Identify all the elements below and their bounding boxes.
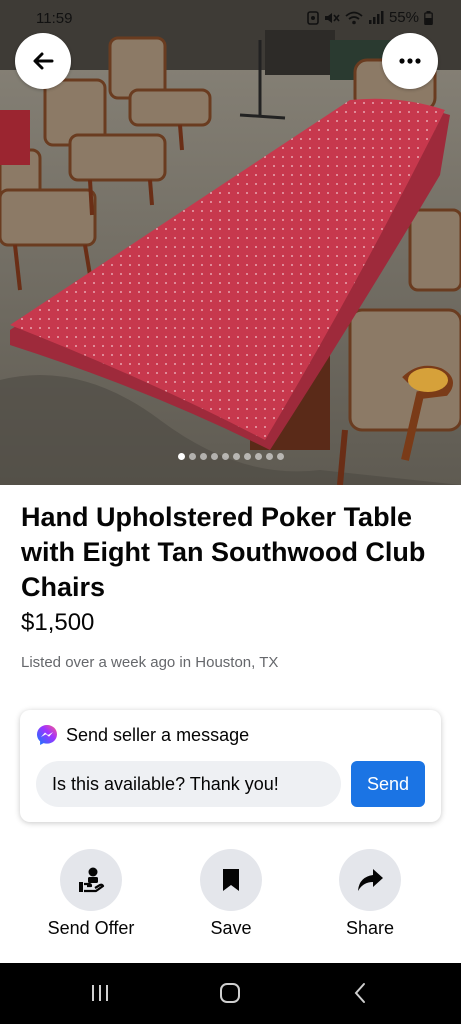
mute-icon [324, 12, 340, 23]
status-bar: 11:59 55% [0, 0, 461, 36]
listing-title: Hand Upholstered Poker Table with Eight … [21, 502, 426, 602]
photo-carousel-indicator [0, 453, 461, 460]
status-icons: 55% [307, 9, 433, 26]
battery-level: 55% [388, 9, 419, 26]
send-offer-button[interactable]: Send Offer [31, 849, 151, 939]
message-card-title: Send seller a message [66, 724, 250, 745]
share-circle[interactable] [339, 849, 401, 911]
home-button[interactable] [200, 977, 260, 1009]
messenger-icon [37, 725, 57, 745]
send-offer-label: Send Offer [47, 918, 135, 938]
listing-photo[interactable]: 11:59 55% [0, 0, 461, 485]
carousel-dot [254, 453, 262, 460]
carousel-dot [188, 453, 196, 460]
send-message-button[interactable]: Send [351, 761, 425, 807]
status-time: 11:59 [36, 10, 73, 27]
carousel-dot [265, 453, 273, 460]
signal-icon [368, 10, 384, 24]
system-nav-bar [0, 963, 461, 1024]
listing-price: $1,500 [21, 609, 95, 636]
save-circle[interactable] [200, 849, 262, 911]
carousel-dot [243, 453, 251, 460]
recent-apps-button[interactable] [70, 977, 130, 1009]
carousel-dot [210, 453, 218, 460]
battery-icon [424, 10, 433, 25]
share-label: Share [345, 918, 395, 938]
recent-apps-icon [92, 985, 108, 1001]
home-icon [220, 983, 240, 1003]
arrow-left-icon [33, 52, 54, 70]
nfc-icon [307, 10, 319, 25]
save-button[interactable]: Save [171, 849, 291, 939]
share-button[interactable]: Share [310, 849, 430, 939]
send-offer-circle[interactable] [60, 849, 122, 911]
more-options-button[interactable] [382, 33, 438, 89]
listing-meta: Listed over a week ago in Houston, TX [21, 654, 279, 671]
back-button[interactable] [15, 33, 71, 89]
bookmark-icon [223, 869, 239, 891]
wifi-icon [345, 11, 363, 24]
carousel-dot [177, 453, 185, 460]
carousel-dot [199, 453, 207, 460]
chevron-left-icon [354, 983, 365, 1003]
message-card-header: Send seller a message [36, 724, 249, 746]
more-horizontal-icon [399, 58, 421, 64]
message-input[interactable] [36, 761, 341, 807]
message-seller-card: Send seller a message Send [20, 710, 441, 822]
back-nav-button[interactable] [330, 977, 390, 1009]
share-arrow-icon [358, 869, 383, 891]
listing-actions: Send Offer Save Share [0, 849, 461, 949]
offer-hand-icon [79, 867, 105, 893]
carousel-dot [232, 453, 240, 460]
carousel-dot [276, 453, 284, 460]
carousel-dot [221, 453, 229, 460]
save-label: Save [210, 918, 252, 938]
